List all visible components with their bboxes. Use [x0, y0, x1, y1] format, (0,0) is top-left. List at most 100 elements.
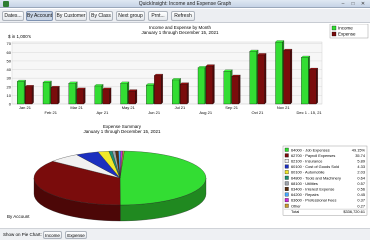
income-pie-button[interactable]: Income [43, 231, 62, 239]
bar-side-face [161, 73, 163, 105]
pie-legend-swatch [284, 192, 289, 197]
bar-ytick-label: 40 [7, 67, 12, 72]
bar-expense [24, 86, 33, 105]
bar-chart: Income and Expense by Month January 1 th… [7, 24, 369, 115]
bar-legend: IncomeExpense [329, 24, 369, 39]
refresh-button[interactable]: Refresh [171, 11, 195, 21]
bar-expense [309, 69, 317, 105]
expense-pie-button[interactable]: Expense [65, 231, 87, 239]
bar-income [275, 41, 283, 105]
by-account-button[interactable]: By Account [26, 11, 53, 21]
pie-marks [33, 150, 207, 222]
bar-expense [283, 50, 291, 105]
bar-income [68, 83, 76, 105]
bar-side-face [187, 82, 189, 105]
pie-legend: 64000 · Job Expenses 49.15% 62700 · Payrol… [282, 145, 368, 216]
pie-legend-swatch [284, 181, 289, 186]
bar-income [172, 79, 180, 105]
bar-side-face [83, 87, 86, 105]
pie-legend-swatch [284, 175, 289, 180]
minimize-button[interactable]: – [338, 1, 348, 7]
bar-side-face [57, 85, 60, 105]
pie-legend-label: 62700 · Payroll Expenses [291, 153, 335, 158]
pie-legend-label: 62100 · Insurance [291, 159, 322, 164]
bar-expense [76, 89, 84, 105]
bar-side-face [32, 85, 34, 105]
bar-legend-swatch [331, 25, 337, 31]
charts-canvas: Income and Expense by Month January 1 th… [7, 24, 369, 222]
pie-legend-swatch [284, 153, 289, 158]
bar-legend-label: Income [338, 26, 353, 31]
bottom-bar: Show on Pie Chart: Income Expense [0, 228, 370, 240]
bar-income [94, 85, 102, 105]
bar-xtick-label: Aug 21 [199, 110, 212, 115]
bar-xtick-label: Nov 21 [277, 105, 290, 110]
bar-ytick-label: 70 [7, 41, 12, 46]
pie-legend-label: 63400 · Interest Expense [291, 187, 334, 192]
pie-legend-swatch [284, 159, 289, 163]
bar-income [42, 82, 51, 105]
pie-legend-value: 5.89 [357, 159, 365, 164]
bar-xtick-label: Jan 21 [19, 105, 32, 110]
pie-legend-label: 64000 · Job Expenses [291, 147, 330, 152]
by-class-button[interactable]: By Class [89, 11, 113, 21]
bar-ytick-label: 50 [7, 58, 12, 63]
bar-side-face [316, 67, 318, 105]
bar-expense [205, 65, 214, 105]
pie-legend-value: 0.37 [357, 198, 365, 203]
pie-legend-label: 68100 · Utilities [291, 181, 318, 186]
title-bar: QuickInsight: Income and Expense Graph –… [0, 0, 370, 8]
bar-income [120, 83, 128, 105]
bar-side-face [109, 87, 112, 105]
bar-legend-swatch [331, 31, 337, 37]
bar-expense [179, 84, 188, 105]
bar-income [301, 57, 309, 105]
bar-income [17, 81, 25, 105]
bar-expense [128, 90, 136, 105]
bar-xlabels: Jan 21 Feb 21 Mar 21 Apr 21 May 21 Jun 21 Jul … [19, 105, 323, 115]
maximize-button[interactable]: □ [348, 1, 358, 7]
bar-xtick-label: Apr 21 [97, 110, 110, 115]
by-account-label: By Account [7, 214, 30, 219]
pie-legend-label: 60100 · Cost of Goods Sold [291, 164, 339, 169]
pie-legend-total-label: Total [291, 209, 299, 214]
window-title: QuickInsight: Income and Expense Graph [138, 1, 232, 7]
bar-ytick-label: 10 [7, 93, 12, 98]
bar-ytick-label: 0 [9, 102, 12, 107]
pie-legend-label: 63600 · Professional Fees [291, 198, 336, 203]
pie-legend-value: 0.27 [357, 203, 365, 208]
bar-side-face [264, 53, 267, 105]
bar-xtick-label: Sep 21 [225, 105, 238, 110]
pie-legend-swatch [284, 170, 289, 175]
bar-chart-subtitle: January 1 through December 15, 2021 [141, 30, 219, 35]
bar-ytick-label: 60 [7, 50, 12, 55]
bar-expense [102, 89, 110, 105]
bar-xtick-label: Mar 21 [70, 105, 83, 110]
bar-xtick-label: Oct 21 [252, 110, 265, 115]
bar-ytick-label: 20 [7, 84, 12, 89]
pie-legend-swatch [284, 187, 289, 191]
bar-expense [257, 54, 265, 105]
show-on-pie-label: Show on Pie Chart: [3, 232, 42, 237]
pie-legend-value: 2.03 [357, 170, 365, 175]
bar-xtick-label: Feb 21 [45, 110, 58, 115]
by-customer-button[interactable]: By Customer [55, 11, 87, 21]
bar-ytick-label: 30 [7, 76, 12, 81]
next-group-button[interactable]: Next group [116, 11, 145, 21]
pie-legend-value: 0.56 [357, 187, 365, 192]
bar-side-face [238, 74, 241, 105]
bar-xtick-label: Dec 1 - 15, 21 [297, 110, 323, 115]
bar-xtick-label: May 21 [122, 105, 136, 110]
bar-expense [231, 76, 239, 105]
close-button[interactable]: ✕ [358, 1, 368, 7]
bar-income [223, 71, 231, 105]
pie-legend-label: Other [291, 203, 301, 208]
pie-legend-total-value: $336,720.61 [343, 209, 365, 214]
bar-side-face [290, 48, 293, 105]
pie-legend-swatch [284, 203, 289, 208]
pie-chart: Expense Summary January 1 through Decemb… [33, 124, 368, 222]
bar-chart-unit-label: $ in 1,000's [8, 34, 32, 39]
print-button[interactable]: Prnt... [148, 11, 168, 21]
pie-legend-swatch [284, 147, 289, 152]
dates-button[interactable]: Dates... [2, 11, 24, 21]
